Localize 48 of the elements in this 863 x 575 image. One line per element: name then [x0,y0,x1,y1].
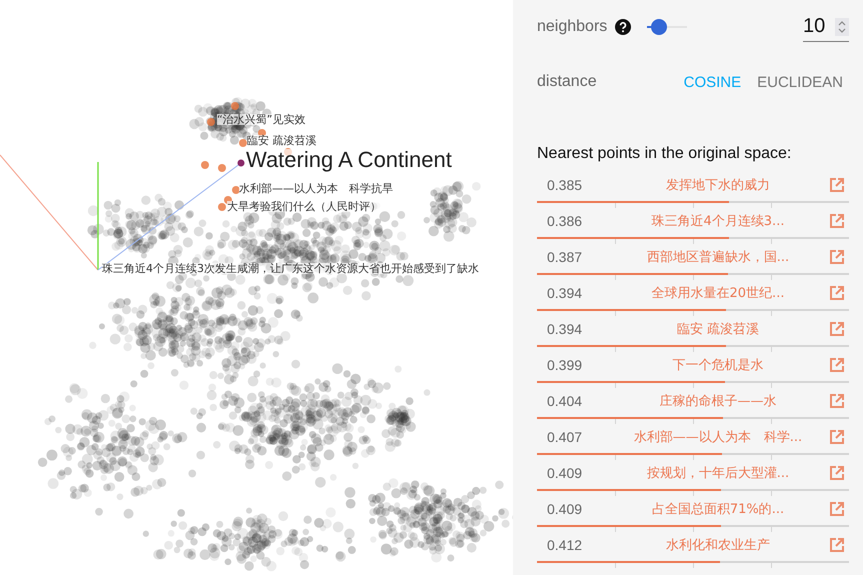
distance-value: 0.409 [546,501,584,517]
open-link-icon[interactable] [829,249,845,265]
open-link-icon[interactable] [829,285,845,301]
open-link-icon[interactable] [829,393,845,409]
help-icon[interactable] [615,19,632,35]
distance-value: 0.404 [546,393,584,409]
point-link[interactable]: 水利部——以人为本 科学... [607,428,829,446]
open-link-icon[interactable] [829,537,845,553]
open-link-icon[interactable] [829,429,845,445]
point-label: Watering A Continent [246,149,452,171]
point-link[interactable]: 按规划，十年后大型灌... [607,464,829,482]
neighbors-number-field[interactable]: 10 [803,12,849,42]
distance-option[interactable]: EUCLIDEAN [751,68,849,96]
point-link[interactable]: 西部地区普遍缺水，国... [607,248,829,266]
distance-value: 0.412 [546,537,584,553]
point-link[interactable]: 庄稼的命根子——水 [607,392,829,410]
nearest-points-heading: Nearest points in the original space: [537,145,792,163]
distance-value: 0.409 [546,465,584,481]
point-label: “治水兴蜀”见实效 [217,114,306,125]
distance-value: 0.387 [546,249,584,265]
distance-label: distance [537,73,597,91]
point-label: 臨安 疏浚苕溪 [247,135,316,146]
distance-value: 0.386 [546,213,584,229]
neighbors-label: neighbors [537,18,608,36]
point-link[interactable]: 全球用水量在20世纪... [607,284,829,302]
point-label: 大旱考验我们什么（人民时评） [227,201,381,212]
point-link[interactable]: 发挥地下水的威力 [607,176,829,194]
open-link-icon[interactable] [829,357,845,373]
point-link[interactable]: 下一个危机是水 [607,356,829,374]
distance-value: 0.394 [546,321,584,337]
point-link[interactable]: 水利化和农业生产 [607,536,829,554]
point-label: 珠三角近4个月连续3次发生咸潮，让广东这个水资源大省也开始感受到了缺水 [102,263,479,274]
open-link-icon[interactable] [829,213,845,229]
point-label: 水利部——以人为本 科学抗旱 [239,183,393,194]
point-link[interactable]: 珠三角近4个月连续3... [607,212,829,230]
distance-value: 0.399 [546,357,584,373]
open-link-icon[interactable] [829,321,845,337]
open-link-icon[interactable] [829,465,845,481]
distance-value: 0.394 [546,285,584,301]
spinner-icon[interactable] [835,18,849,36]
distance-option[interactable]: COSINE [678,68,748,96]
point-link[interactable]: 臨安 疏浚苕溪 [607,320,829,338]
point-link[interactable]: 占全国总面积71%的... [607,500,829,518]
distance-value: 0.407 [546,429,584,445]
neighbors-slider[interactable] [647,19,688,35]
open-link-icon[interactable] [829,177,845,193]
open-link-icon[interactable] [829,501,845,517]
distance-value: 0.385 [546,177,584,193]
